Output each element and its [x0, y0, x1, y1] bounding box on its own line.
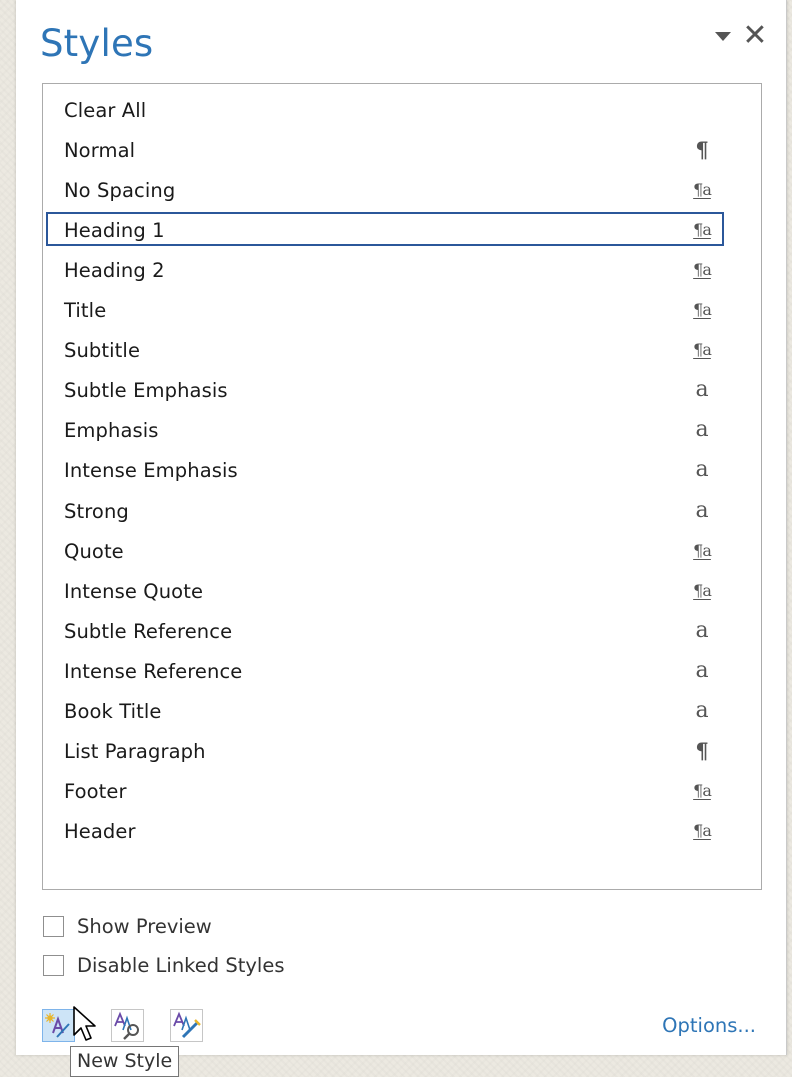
linked-style-icon: ¶a [693, 580, 712, 600]
style-item[interactable]: Header ¶a [46, 813, 724, 847]
style-name: Normal [64, 139, 136, 163]
style-item[interactable]: Emphasis a [46, 412, 724, 446]
styles-pane: Styles ✕ Clear All Normal ¶ No Spacing ¶a Hea… [16, 0, 787, 1055]
style-name: Strong [64, 499, 129, 523]
style-item[interactable]: No Spacing ¶a [46, 172, 724, 206]
style-item[interactable]: Clear All [46, 92, 724, 126]
style-name: Subtitle [64, 339, 141, 363]
style-item[interactable]: Footer ¶a [46, 773, 724, 807]
new-style-tooltip: New Style [70, 1046, 180, 1077]
style-item[interactable]: List Paragraph ¶ [46, 733, 724, 767]
manage-styles-icon [173, 1011, 201, 1039]
linked-style-icon: ¶a [693, 260, 712, 280]
character-style-icon: a [695, 457, 709, 483]
style-item[interactable]: Quote ¶a [46, 533, 724, 567]
style-inspector-button[interactable] [111, 1009, 144, 1042]
linked-style-icon: ¶a [693, 780, 712, 800]
style-name: List Paragraph [64, 739, 206, 763]
close-pane-button[interactable]: ✕ [740, 20, 770, 52]
character-style-icon: a [695, 417, 709, 443]
character-style-icon: a [695, 657, 709, 683]
paragraph-style-icon: ¶ [695, 737, 709, 763]
style-name: Header [64, 819, 136, 843]
mouse-cursor-icon [73, 1006, 96, 1041]
style-name: Title [64, 299, 107, 323]
style-name: Intense Reference [64, 659, 243, 683]
style-item[interactable]: Subtle Emphasis a [46, 372, 724, 406]
linked-style-icon: ¶a [693, 540, 712, 560]
style-name: Clear All [64, 99, 147, 122]
style-item[interactable]: Strong a [46, 493, 724, 527]
show-preview-label[interactable]: Show Preview [77, 915, 212, 938]
character-style-icon: a [695, 697, 709, 723]
disable-linked-styles-label[interactable]: Disable Linked Styles [77, 954, 284, 977]
linked-style-icon: ¶a [693, 180, 712, 200]
disable-linked-styles-checkbox[interactable] [43, 955, 64, 976]
style-name: Book Title [64, 699, 162, 723]
show-preview-checkbox[interactable] [43, 916, 64, 937]
style-name: Emphasis [64, 419, 159, 443]
style-name: Intense Quote [64, 579, 204, 603]
style-name: Subtle Emphasis [64, 379, 228, 403]
style-item[interactable]: Subtitle ¶a [46, 332, 724, 366]
style-item[interactable]: Intense Quote ¶a [46, 573, 724, 607]
character-style-icon: a [695, 617, 709, 643]
new-style-icon [45, 1013, 70, 1038]
style-item[interactable]: Intense Reference a [46, 653, 724, 687]
style-name: Intense Emphasis [64, 459, 238, 483]
style-item[interactable]: Normal ¶ [46, 132, 724, 166]
linked-style-icon: ¶a [693, 340, 712, 360]
close-icon: ✕ [742, 18, 768, 53]
style-item[interactable]: Subtle Reference a [46, 613, 724, 647]
style-item[interactable]: Heading 2 ¶a [46, 252, 724, 286]
style-name: Subtle Reference [64, 619, 233, 643]
character-style-icon: a [695, 497, 709, 523]
pane-title: Styles [40, 22, 154, 65]
style-item[interactable]: Intense Emphasis a [46, 452, 724, 486]
style-name: Footer [64, 779, 127, 803]
style-item[interactable]: Title ¶a [46, 292, 724, 326]
dropdown-triangle-icon [715, 32, 731, 41]
styles-list[interactable]: Clear All Normal ¶ No Spacing ¶a Heading 1 ¶a H… [42, 83, 762, 890]
options-link[interactable]: Options... [662, 1014, 756, 1037]
new-style-button[interactable] [42, 1009, 75, 1042]
linked-style-icon: ¶a [693, 820, 712, 840]
style-item[interactable]: Heading 1 ¶a [46, 212, 724, 247]
style-inspector-icon [114, 1011, 139, 1040]
pane-options-dropdown[interactable] [712, 28, 734, 44]
style-name: Quote [64, 539, 124, 563]
style-name: No Spacing [64, 179, 176, 203]
linked-style-icon: ¶a [693, 220, 712, 240]
style-name: Heading 2 [64, 259, 165, 283]
style-item[interactable]: Book Title a [46, 693, 724, 727]
paragraph-style-icon: ¶ [695, 137, 709, 163]
manage-styles-button[interactable] [170, 1009, 203, 1042]
linked-style-icon: ¶a [693, 300, 712, 320]
style-name: Heading 1 [64, 219, 165, 243]
character-style-icon: a [695, 377, 709, 403]
